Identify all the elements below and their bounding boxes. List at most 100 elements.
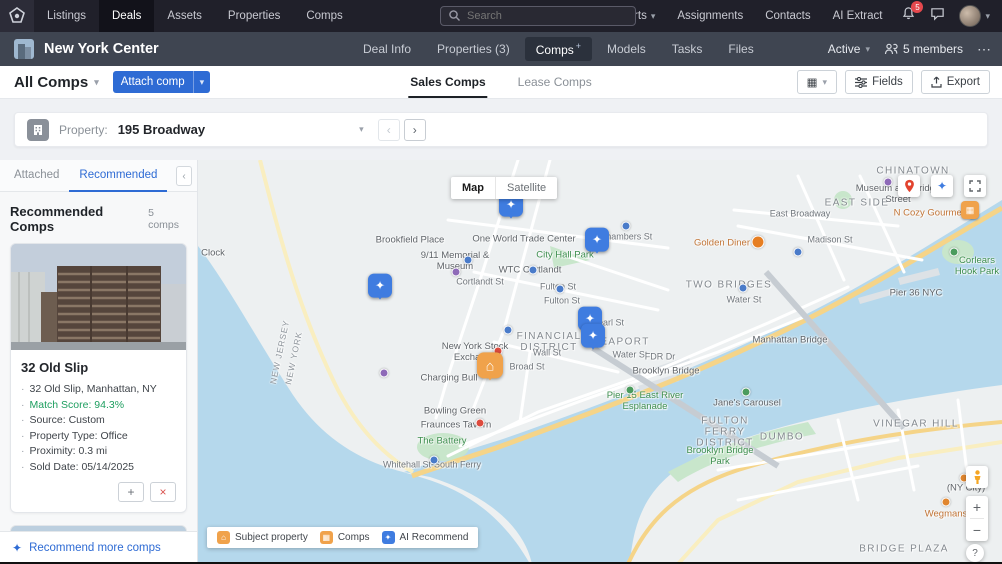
green-poi-icon — [742, 388, 751, 397]
map-type-map[interactable]: Map — [451, 177, 495, 199]
avatar — [959, 5, 981, 27]
export-icon — [931, 76, 942, 88]
legend-item-subject-property: ⌂Subject property — [217, 531, 308, 544]
property-select[interactable]: 195 Broadway ▾ — [118, 122, 364, 137]
map[interactable]: CHINATOWNEAST SIDETWO BRIDGESFINANCIAL D… — [198, 160, 1002, 564]
sidebar-tab-recommended[interactable]: Recommended — [69, 169, 167, 192]
chevron-down-icon: ▾ — [865, 44, 870, 55]
map-type-control: MapSatellite — [451, 177, 557, 199]
tab-comps[interactable]: Comps+ — [525, 37, 592, 61]
sidebar-tab-attached[interactable]: Attached — [4, 169, 69, 192]
tab-models[interactable]: Models — [596, 38, 657, 60]
recommend-more-link[interactable]: ✦ Recommend more comps — [0, 531, 197, 564]
members-label: 5 members — [903, 42, 963, 56]
show-comps-pins-button[interactable] — [898, 175, 920, 197]
chevron-down-icon: ▾ — [194, 77, 211, 88]
red-poi-icon — [476, 419, 485, 428]
attach-comp-plus-button[interactable]: + — [118, 482, 144, 502]
user-menu[interactable]: ▾ — [959, 5, 990, 27]
fullscreen-button[interactable] — [964, 175, 986, 197]
notifications-button[interactable]: 5 — [901, 6, 916, 26]
dismiss-comp-button[interactable]: × — [150, 482, 176, 502]
all-comps-label: All Comps — [14, 74, 88, 91]
members-button[interactable]: 5 members — [884, 42, 963, 56]
subject-property-pin[interactable]: ⌂ — [477, 352, 503, 378]
museum-poi-icon — [884, 178, 893, 187]
zoom-out-button[interactable]: − — [966, 519, 988, 541]
transit-poi-icon — [430, 456, 439, 465]
ai-legend-icon: ✦ — [382, 531, 395, 544]
tab-properties-3[interactable]: Properties (3) — [426, 38, 521, 60]
overflow-menu-button[interactable]: ⋯ — [977, 41, 992, 58]
sidebar-collapse-button[interactable]: ‹ — [176, 166, 192, 186]
nav-item-deals[interactable]: Deals — [99, 0, 154, 32]
prev-property-button[interactable]: ‹ — [378, 119, 400, 141]
nav-item-assignments[interactable]: Assignments — [666, 0, 754, 32]
minus-icon: − — [973, 522, 981, 538]
map-type-satellite[interactable]: Satellite — [495, 177, 557, 199]
comp-pin[interactable]: ▦ — [961, 201, 979, 219]
deal-header-bar: New York Center Deal InfoProperties (3)C… — [0, 32, 1002, 66]
tab-deal-info[interactable]: Deal Info — [352, 38, 422, 60]
ai-recommend-toggle-button[interactable]: ✦ — [931, 175, 953, 197]
nav-item-assets[interactable]: Assets — [154, 0, 215, 32]
bullet-icon: · — [21, 429, 25, 445]
next-property-button[interactable]: › — [404, 119, 426, 141]
fields-label: Fields — [872, 76, 903, 88]
ai-recommend-pin[interactable]: ✦ — [581, 324, 605, 348]
deal-thumbnail[interactable] — [14, 39, 34, 59]
nav-item-properties[interactable]: Properties — [215, 0, 293, 32]
comps-tabs: Sales Comps Lease Comps — [408, 66, 593, 98]
legend-item-ai-recommend: ✦AI Recommend — [382, 531, 469, 544]
comp-card[interactable]: 32 Old Slip ·32 Old Slip, Manhattan, NY·… — [10, 243, 187, 513]
deal-title: New York Center — [44, 41, 159, 57]
legend-label: Comps — [338, 532, 370, 543]
export-button[interactable]: Export — [921, 70, 990, 94]
transit-poi-icon — [504, 326, 513, 335]
content-area: AttachedRecommended ‹ Recommended Comps … — [0, 160, 1002, 564]
tab-lease-comps[interactable]: Lease Comps — [516, 66, 594, 98]
chevron-down-icon: ▾ — [651, 0, 656, 32]
tab-tasks[interactable]: Tasks — [661, 38, 714, 60]
app-logo[interactable] — [0, 0, 34, 32]
top-nav-bar: ListingsDealsAssetsPropertiesComps Repor… — [0, 0, 1002, 32]
nav-item-listings[interactable]: Listings — [34, 0, 99, 32]
street-view-pegman[interactable] — [966, 466, 988, 488]
messages-button[interactable] — [930, 6, 945, 26]
sliders-icon — [855, 77, 867, 88]
nav-item-contacts[interactable]: Contacts — [754, 0, 821, 32]
bullet-icon: · — [21, 398, 25, 414]
comp-detail-row: ·Proximity: 0.3 mi — [21, 444, 176, 460]
fullscreen-icon — [969, 180, 981, 192]
deal-header-right: Active ▾ 5 members ⋯ — [828, 41, 992, 58]
deal-status-dropdown[interactable]: Active ▾ — [828, 42, 870, 56]
comp-photo — [11, 244, 186, 350]
deal-status-label: Active — [828, 42, 861, 56]
bullet-icon: · — [21, 460, 25, 476]
attach-comp-button[interactable]: Attach comp ▾ — [113, 71, 210, 93]
fields-button[interactable]: Fields — [845, 70, 913, 94]
nav-item-comps[interactable]: Comps — [293, 0, 355, 32]
tab-files[interactable]: Files — [717, 38, 764, 60]
ai-recommend-pin[interactable]: ✦ — [585, 228, 609, 252]
museum-poi-icon — [380, 369, 389, 378]
comp-detail-text: 32 Old Slip, Manhattan, NY — [30, 382, 157, 398]
search-icon — [448, 9, 461, 27]
search-input[interactable] — [440, 6, 636, 26]
comp-detail-text: Source: Custom — [30, 413, 105, 429]
help-icon: ? — [972, 548, 978, 559]
tab-sales-comps[interactable]: Sales Comps — [408, 66, 487, 98]
zoom-in-button[interactable]: + — [966, 496, 988, 518]
view-options-button[interactable]: ▦ ▾ — [797, 70, 837, 94]
nav-item-ai-extract[interactable]: AI Extract — [822, 0, 894, 32]
subject-legend-icon: ⌂ — [217, 531, 230, 544]
all-comps-dropdown[interactable]: All Comps ▾ — [14, 74, 99, 91]
help-button[interactable]: ? — [966, 544, 984, 562]
comp-detail-text: Proximity: 0.3 mi — [30, 444, 108, 460]
export-label: Export — [947, 76, 980, 88]
chevron-down-icon: ▾ — [985, 11, 990, 22]
ai-recommend-pin[interactable]: ✦ — [368, 274, 392, 298]
transit-poi-icon — [622, 222, 631, 231]
comps-sidebar: AttachedRecommended ‹ Recommended Comps … — [0, 160, 198, 564]
transit-poi-icon — [464, 256, 473, 265]
